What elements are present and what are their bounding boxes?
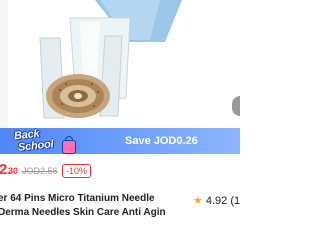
product-image[interactable] <box>0 0 240 132</box>
current-price-decimal: 30 <box>8 166 19 176</box>
derma-roller-image <box>0 0 182 132</box>
product-rating[interactable]: ★ 4.92 (1 <box>193 194 240 207</box>
original-price: JOD2.56 <box>22 166 58 176</box>
save-amount-text: Save JOD0.26 <box>125 135 198 147</box>
discount-badge: -10% <box>62 164 92 178</box>
product-title-line-2[interactable]: Derma Needles Skin Care Anti Agin <box>0 207 188 218</box>
rating-value: 4.92 (1 <box>205 195 241 207</box>
star-icon: ★ <box>193 195 203 207</box>
product-title-line-1[interactable]: er 64 Pins Micro Titanium Needle <box>0 193 188 204</box>
image-scroll-indicator[interactable] <box>232 96 240 116</box>
backpack-icon <box>62 136 76 154</box>
back-to-school-badge: Back School <box>10 126 76 156</box>
back-to-school-line2: School <box>17 138 54 154</box>
